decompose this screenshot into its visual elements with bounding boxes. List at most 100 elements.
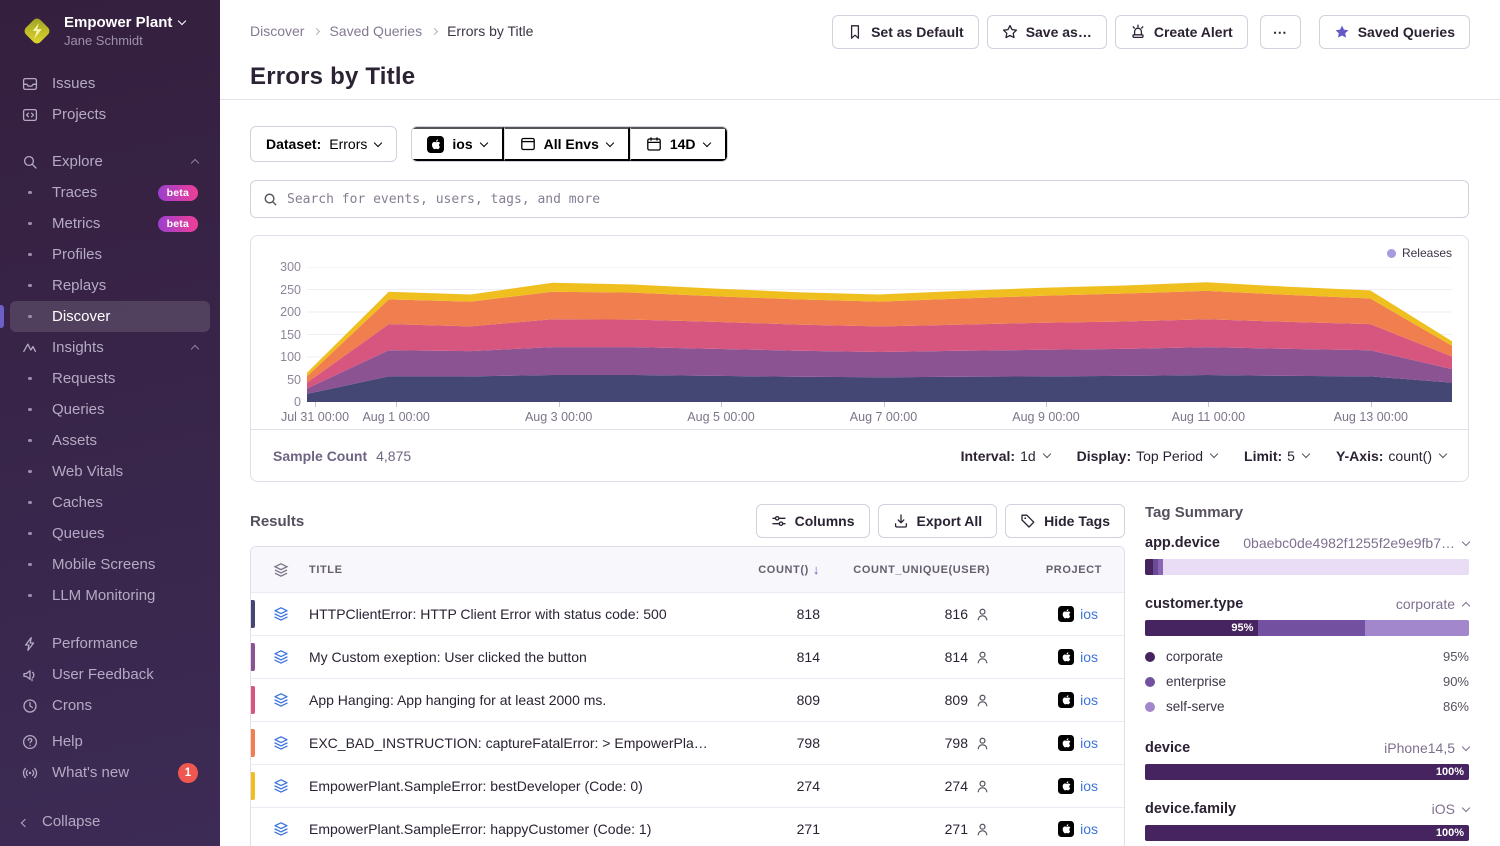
- tag-header[interactable]: customer.type corporate: [1145, 596, 1469, 612]
- hide-tags-button[interactable]: Hide Tags: [1005, 504, 1125, 538]
- tag-key: customer.type: [1145, 596, 1243, 612]
- chart-legend[interactable]: Releases: [1387, 246, 1452, 260]
- dataset-dropdown[interactable]: Dataset: Errors: [250, 126, 397, 162]
- stack-icon[interactable]: [251, 692, 309, 708]
- event-title-link[interactable]: App Hanging: App hanging for at least 20…: [309, 692, 727, 708]
- chart-plot-area[interactable]: [307, 267, 1452, 402]
- limit-dropdown[interactable]: Limit:5: [1244, 448, 1309, 464]
- tag-distribution-bar[interactable]: [1145, 559, 1469, 575]
- sidebar-item-replays[interactable]: Replays: [10, 270, 210, 301]
- sidebar-item-user-feedback[interactable]: User Feedback: [10, 659, 210, 690]
- stack-icon[interactable]: [251, 778, 309, 794]
- sidebar-item-mobile-screens[interactable]: Mobile Screens: [10, 549, 210, 580]
- sidebar-item-traces[interactable]: Tracesbeta: [10, 177, 210, 208]
- apple-project-icon: [1058, 606, 1074, 622]
- column-header-project[interactable]: PROJECT: [1012, 564, 1124, 576]
- sidebar-item-performance[interactable]: Performance: [10, 628, 210, 659]
- window-icon: [520, 136, 536, 152]
- breadcrumb-discover[interactable]: Discover: [250, 23, 304, 39]
- column-header-count-unique[interactable]: COUNT_UNIQUE(USER): [842, 564, 1012, 576]
- tag-bar-segment: 95%: [1145, 620, 1258, 636]
- stack-icon[interactable]: [251, 735, 309, 751]
- control-label: Display:: [1077, 448, 1131, 464]
- sidebar-item-crons[interactable]: Crons: [10, 690, 210, 721]
- tag-distribution-bar[interactable]: 100%: [1145, 764, 1469, 780]
- org-switcher[interactable]: Empower Plant Jane Schmidt: [0, 0, 220, 58]
- dataset-label: Dataset:: [266, 136, 321, 152]
- interval-dropdown[interactable]: Interval:1d: [961, 448, 1050, 464]
- sliders-icon: [771, 513, 787, 529]
- bullet-dot-icon: [22, 594, 38, 598]
- stack-icon[interactable]: [251, 821, 309, 837]
- tag-icon: [1020, 513, 1036, 529]
- event-title-link[interactable]: EmpowerPlant.SampleError: bestDeveloper …: [309, 778, 727, 794]
- sidebar-item-projects[interactable]: Projects: [10, 99, 210, 130]
- count-value: 814: [727, 649, 842, 665]
- date-range-filter[interactable]: 14D: [630, 127, 727, 161]
- project-filter[interactable]: ios: [412, 127, 503, 161]
- tag-block-device-family: device.family iOS 100%: [1145, 801, 1469, 841]
- calendar-icon: [646, 136, 662, 152]
- results-table: TITLE COUNT()↓ COUNT_UNIQUE(USER) PROJEC…: [250, 546, 1125, 846]
- tag-distribution-bar[interactable]: 95%: [1145, 620, 1469, 636]
- tag-legend-row[interactable]: self-serve 86%: [1145, 694, 1469, 719]
- chevron-down-icon: [1042, 450, 1050, 458]
- tag-legend-row[interactable]: enterprise 90%: [1145, 669, 1469, 694]
- set-as-default-button[interactable]: Set as Default: [832, 15, 979, 49]
- event-title-link[interactable]: My Custom exeption: User clicked the but…: [309, 649, 727, 665]
- event-title-link[interactable]: HTTPClientError: HTTP Client Error with …: [309, 606, 727, 622]
- sidebar-item-insights[interactable]: Insights: [10, 332, 210, 363]
- column-header-title[interactable]: TITLE: [309, 564, 727, 576]
- sidebar-collapse-button[interactable]: Collapse: [0, 799, 220, 846]
- project-link[interactable]: ios: [1080, 735, 1098, 751]
- sidebar-item-what-s-new[interactable]: What's new1: [10, 757, 210, 788]
- sidebar-item-help[interactable]: Help: [10, 726, 210, 757]
- tag-header[interactable]: app.device 0baebc0de4982f1255f2e9e9fb7…: [1145, 535, 1469, 551]
- save-as-button[interactable]: Save as…: [987, 15, 1107, 49]
- column-header-count[interactable]: COUNT()↓: [727, 562, 842, 577]
- sidebar-item-assets[interactable]: Assets: [10, 425, 210, 456]
- project-link[interactable]: ios: [1080, 821, 1098, 837]
- event-title-link[interactable]: EXC_BAD_INSTRUCTION: captureFatalError: …: [309, 735, 727, 751]
- create-alert-button[interactable]: Create Alert: [1115, 15, 1248, 49]
- sidebar-item-queries[interactable]: Queries: [10, 394, 210, 425]
- releases-legend-label: Releases: [1402, 246, 1452, 260]
- sidebar-item-issues[interactable]: Issues: [10, 68, 210, 99]
- sidebar-item-metrics[interactable]: Metricsbeta: [10, 208, 210, 239]
- tag-header[interactable]: device.family iOS: [1145, 801, 1469, 817]
- tag-key: device.family: [1145, 801, 1236, 817]
- sidebar-item-queues[interactable]: Queues: [10, 518, 210, 549]
- sidebar-item-discover[interactable]: Discover: [10, 301, 210, 332]
- display-dropdown[interactable]: Display:Top Period: [1077, 448, 1217, 464]
- tag-legend-row[interactable]: corporate 95%: [1145, 644, 1469, 669]
- export-all-button[interactable]: Export All: [878, 504, 998, 538]
- tag-value: 0baebc0de4982f1255f2e9e9fb7…: [1243, 535, 1455, 551]
- chart-y-axis: 050100150200250300: [267, 267, 307, 402]
- environment-filter[interactable]: All Envs: [504, 127, 630, 161]
- breadcrumb-saved-queries[interactable]: Saved Queries: [329, 23, 422, 39]
- stack-icon[interactable]: [251, 606, 309, 622]
- sidebar-item-label: Performance: [52, 635, 138, 652]
- event-title-link[interactable]: EmpowerPlant.SampleError: happyCustomer …: [309, 821, 727, 837]
- sidebar-item-requests[interactable]: Requests: [10, 363, 210, 394]
- sidebar-item-llm-monitoring[interactable]: LLM Monitoring: [10, 580, 210, 611]
- project-link[interactable]: ios: [1080, 649, 1098, 665]
- project-link[interactable]: ios: [1080, 692, 1098, 708]
- saved-queries-button[interactable]: Saved Queries: [1319, 15, 1470, 49]
- more-options-button[interactable]: ⋯: [1260, 15, 1301, 49]
- legend-label: corporate: [1166, 649, 1223, 664]
- sidebar-item-explore[interactable]: Explore: [10, 146, 210, 177]
- stack-icon[interactable]: [251, 649, 309, 665]
- columns-button[interactable]: Columns: [756, 504, 870, 538]
- project-link[interactable]: ios: [1080, 778, 1098, 794]
- sidebar-item-profiles[interactable]: Profiles: [10, 239, 210, 270]
- tag-distribution-bar[interactable]: 100%: [1145, 825, 1469, 841]
- tag-header[interactable]: device iPhone14,5: [1145, 740, 1469, 756]
- search-input[interactable]: [287, 192, 1456, 207]
- y-axis-dropdown[interactable]: Y-Axis:count(): [1336, 448, 1446, 464]
- project-link[interactable]: ios: [1080, 606, 1098, 622]
- apple-project-icon: [1058, 649, 1074, 665]
- sidebar-item-caches[interactable]: Caches: [10, 487, 210, 518]
- sidebar-item-web-vitals[interactable]: Web Vitals: [10, 456, 210, 487]
- sidebar-item-label: Projects: [52, 106, 106, 123]
